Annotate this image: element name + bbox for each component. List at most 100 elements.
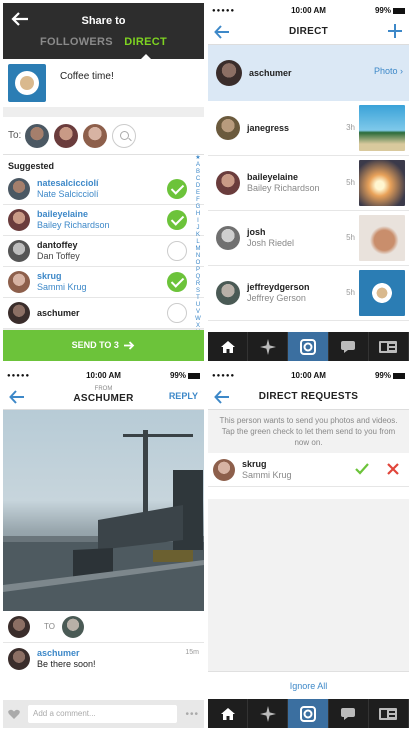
alphabet-letter[interactable]: P <box>194 267 202 274</box>
post-preview: Coffee time! <box>3 59 204 107</box>
tab-profile[interactable] <box>369 332 409 361</box>
camera-icon <box>300 705 316 722</box>
alphabet-letter[interactable]: F <box>194 197 202 204</box>
user-row[interactable]: aschumer <box>3 298 204 329</box>
more-icon[interactable]: ••• <box>185 709 199 720</box>
camera-icon <box>300 338 316 355</box>
alphabet-letter[interactable]: S <box>194 288 202 295</box>
username: baileyelaine <box>37 209 89 219</box>
alphabet-letter[interactable]: L <box>194 239 202 246</box>
status-bar: ●●●●● 10:00 AM 99% <box>208 368 409 384</box>
tab-home[interactable] <box>208 332 249 361</box>
check-icon[interactable] <box>167 179 187 199</box>
ignore-all-button[interactable]: Ignore All <box>208 671 409 699</box>
tab-direct[interactable]: DIRECT <box>124 36 167 59</box>
avatar <box>216 226 240 250</box>
alphabet-letter[interactable]: R <box>194 281 202 288</box>
suggested-heading: Suggested <box>8 161 55 171</box>
user-row[interactable]: skrug Sammi Krug <box>3 267 204 298</box>
thread-row-highlighted[interactable]: aschumer Photo › <box>208 45 409 101</box>
alphabet-letter[interactable]: I <box>194 218 202 225</box>
recipient-avatar[interactable] <box>25 123 50 148</box>
accept-check-icon[interactable] <box>355 463 369 475</box>
avatar[interactable] <box>8 648 30 670</box>
alphabet-letter[interactable]: ★ <box>194 155 202 162</box>
thread-row[interactable]: janegress 3h <box>208 101 409 156</box>
alphabet-letter[interactable]: G <box>194 204 202 211</box>
recipient-row: To: <box>3 117 204 155</box>
empty-check-icon[interactable] <box>167 303 187 323</box>
palm-beach-thumbnail[interactable] <box>359 105 405 151</box>
user-row[interactable]: baileyelaine Bailey Richardson <box>3 205 204 236</box>
alphabet-letter[interactable]: A <box>194 162 202 169</box>
alphabet-index[interactable]: ★ABCDEFGHIJKLMNOPQRSTUVWXYZ <box>194 155 202 344</box>
recipient-avatar[interactable] <box>54 123 79 148</box>
tab-profile[interactable] <box>369 699 409 728</box>
reply-button[interactable]: REPLY <box>169 391 198 401</box>
thread-time: 5h <box>346 178 355 187</box>
alphabet-letter[interactable]: N <box>194 253 202 260</box>
tab-followers[interactable]: FOLLOWERS <box>40 36 113 48</box>
signal-icon: ●●●●● <box>212 8 236 14</box>
comment-username[interactable]: aschumer <box>37 648 96 659</box>
tab-camera[interactable] <box>288 332 329 361</box>
alphabet-letter[interactable]: T <box>194 295 202 302</box>
tab-home[interactable] <box>208 699 249 728</box>
alphabet-letter[interactable]: Q <box>194 274 202 281</box>
alphabet-letter[interactable]: E <box>194 190 202 197</box>
avatar <box>8 209 30 231</box>
heart-icon[interactable] <box>8 709 20 720</box>
recipient-avatar[interactable] <box>61 615 84 638</box>
tab-activity[interactable] <box>329 332 369 361</box>
alphabet-letter[interactable]: W <box>194 316 202 323</box>
alphabet-letter[interactable]: K <box>194 232 202 239</box>
alphabet-letter[interactable]: U <box>194 302 202 309</box>
alphabet-letter[interactable]: O <box>194 260 202 267</box>
tab-activity[interactable] <box>329 699 369 728</box>
search-icon[interactable] <box>112 123 137 148</box>
user-row[interactable]: natesalcicciolí Nate Salcicciolí <box>3 174 204 205</box>
alphabet-letter[interactable]: H <box>194 211 202 218</box>
recipient-avatar[interactable] <box>83 123 108 148</box>
thread-row[interactable]: baileyelaine Bailey Richardson 5h <box>208 156 409 211</box>
sunset-thumbnail[interactable] <box>359 160 405 206</box>
username: jeffreydgerson <box>247 282 310 292</box>
decline-x-icon[interactable] <box>387 463 399 475</box>
avatar <box>213 458 235 481</box>
alphabet-letter[interactable]: V <box>194 309 202 316</box>
user-row[interactable]: dantoffey Dan Toffey <box>3 236 204 267</box>
avatar <box>8 271 30 293</box>
tab-explore[interactable] <box>248 332 289 361</box>
comment-input[interactable]: Add a comment... <box>28 705 178 723</box>
recipients-row: TO <box>3 611 204 643</box>
coffee-thumbnail[interactable] <box>359 270 405 316</box>
avatar <box>8 302 30 324</box>
coffee-thumbnail <box>8 64 46 102</box>
home-icon <box>220 707 235 720</box>
airport-photo[interactable] <box>3 410 204 611</box>
plus-icon[interactable] <box>387 23 403 39</box>
sender-avatar[interactable] <box>8 615 30 638</box>
tab-explore[interactable] <box>248 699 289 728</box>
send-button[interactable]: SEND TO 3 <box>3 330 204 361</box>
request-row[interactable]: skrug Sammi Krug <box>208 453 409 487</box>
alphabet-letter[interactable]: M <box>194 246 202 253</box>
alphabet-letter[interactable]: B <box>194 169 202 176</box>
explore-icon <box>259 338 276 355</box>
username: natesalcicciolí <box>37 178 99 188</box>
empty-check-icon[interactable] <box>167 241 187 261</box>
alphabet-letter[interactable]: X <box>194 323 202 330</box>
check-icon[interactable] <box>167 272 187 292</box>
check-icon[interactable] <box>167 210 187 230</box>
thread-row[interactable]: josh Josh Riedel 5h <box>208 211 409 266</box>
battery-icon: 99% <box>375 3 405 19</box>
alphabet-letter[interactable]: C <box>194 176 202 183</box>
alphabet-letter[interactable]: D <box>194 183 202 190</box>
tab-camera[interactable] <box>288 699 329 728</box>
dog-thumbnail[interactable] <box>359 215 405 261</box>
avatar <box>216 60 242 86</box>
photo-link[interactable]: Photo › <box>374 66 403 76</box>
thread-row[interactable]: jeffreydgerson Jeffrey Gerson 5h <box>208 266 409 321</box>
alphabet-letter[interactable]: J <box>194 225 202 232</box>
requests-navbar: DIRECT REQUESTS <box>208 384 409 410</box>
